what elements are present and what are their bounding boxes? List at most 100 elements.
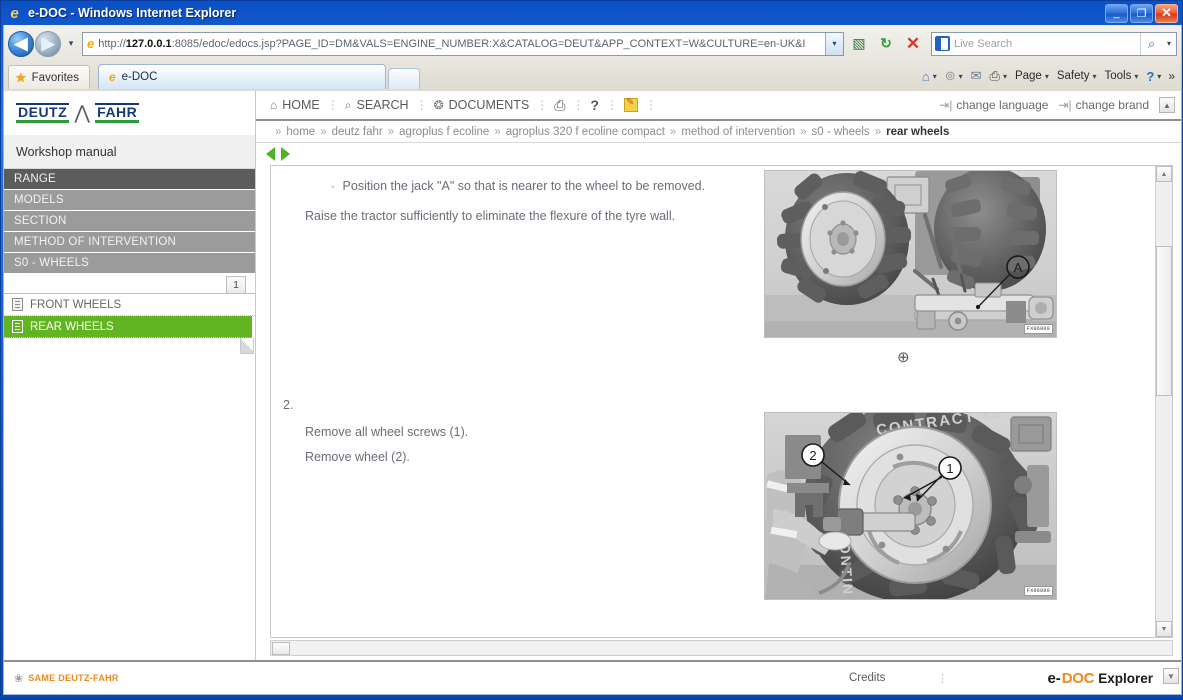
fold-corner-icon [240, 338, 254, 354]
chevron-down-icon[interactable]: ▾ [1134, 72, 1138, 81]
sidebar-item-range[interactable]: RANGE [4, 169, 255, 190]
zoom-in-icon[interactable] [897, 348, 910, 366]
close-button[interactable]: ✕ [1155, 3, 1178, 23]
breadcrumb-item-home[interactable]: home [286, 126, 315, 138]
company-mark-icon: ❀ [14, 672, 24, 685]
chevron-down-icon[interactable]: ▾ [1045, 72, 1049, 81]
logo-fahr-text: FAHR [95, 103, 140, 123]
nav-documents-label: DOCUMENTS [448, 98, 530, 112]
breadcrumb-separator: » [320, 125, 327, 138]
figure-code: FX06000 [1023, 586, 1053, 596]
nav-documents[interactable]: ❂ DOCUMENTS [434, 98, 530, 112]
safety-menu-button[interactable]: Safety ▾ [1054, 68, 1100, 84]
search-dropdown-icon[interactable]: ▾ [1162, 33, 1176, 55]
credits-link[interactable]: Credits [849, 672, 885, 684]
tree-item-label: FRONT WHEELS [30, 298, 122, 311]
overflow-icon[interactable]: » [1166, 69, 1177, 83]
nav-print[interactable]: ⎙ [554, 97, 565, 114]
breadcrumb-separator: » [387, 125, 395, 138]
breadcrumb: » home » deutz fahr » agroplus f ecoline… [256, 121, 1181, 143]
figure-wheel-removal[interactable]: CONTRACT 85 CONTIN 1 2 FX06000 [764, 412, 1057, 600]
search-go-icon[interactable]: ⌕ [1140, 32, 1162, 55]
chevron-down-icon[interactable]: ▾ [1092, 72, 1096, 81]
change-brand-link[interactable]: ⇥| change brand [1058, 98, 1149, 112]
tools-menu-button[interactable]: Tools ▾ [1101, 68, 1141, 84]
back-button[interactable]: ◀ [8, 30, 34, 57]
breadcrumb-item-deutz-fahr[interactable]: deutz fahr [332, 126, 383, 138]
address-bar-row: ◀ ▶ ▾ e http://127.0.0.1:8085/edoc/edocs… [4, 25, 1181, 59]
window-title: e-DOC - Windows Internet Explorer [28, 6, 237, 20]
favorites-button[interactable]: ★ Favorites [8, 65, 90, 89]
tree-item-rear-wheels[interactable]: REAR WHEELS [4, 316, 252, 338]
change-language-link[interactable]: ⇥| change language [939, 98, 1048, 112]
document-frame: ◦ Position the jack "A" so that is neare… [270, 165, 1173, 638]
address-input[interactable]: e http://127.0.0.1:8085/edoc/edocs.jsp?P… [82, 31, 844, 56]
nav-home[interactable]: ⌂ HOME [270, 98, 320, 112]
stop-icon[interactable]: ✕ [901, 32, 925, 56]
document-horizontal-scrollbar[interactable] [270, 640, 1173, 656]
window-controls: _ ❐ ✕ [1105, 3, 1180, 23]
sidebar-item-models[interactable]: MODELS [4, 190, 255, 211]
next-page-icon[interactable] [281, 147, 290, 161]
browser-chrome: ◀ ▶ ▾ e http://127.0.0.1:8085/edoc/edocs… [3, 25, 1182, 91]
compatibility-view-icon[interactable]: ▧ [847, 32, 871, 56]
scroll-thumb[interactable] [1156, 246, 1172, 396]
tab-edoc[interactable]: e e-DOC [97, 64, 386, 89]
page-scroll-down-button[interactable]: ▼ [1163, 668, 1179, 684]
feeds-button[interactable]: ⊚ ▾ [942, 66, 966, 86]
logo-mark-icon: ⋀ [74, 102, 90, 124]
minimize-button[interactable]: _ [1105, 3, 1128, 23]
mail-button[interactable]: ✉ [968, 66, 985, 86]
nav-search[interactable]: ⌕ SEARCH [345, 98, 409, 113]
nav-help[interactable]: ? [590, 97, 599, 113]
sidebar-item-label: MODELS [14, 194, 64, 206]
sidebar-fold-corner [4, 338, 255, 366]
breadcrumb-item-method-of-intervention[interactable]: method of intervention [681, 126, 795, 138]
chevron-down-icon[interactable]: ▾ [1003, 72, 1007, 81]
nav-home-label: HOME [282, 98, 320, 112]
new-tab-button[interactable] [387, 68, 420, 89]
history-dropdown-icon[interactable]: ▾ [63, 33, 79, 55]
help-button[interactable]: ? ▾ [1143, 67, 1164, 86]
tree-page-tab-1[interactable]: 1 [226, 276, 246, 293]
main-column: ⌂ HOME ⌕ SEARCH ❂ DOCUMENTS ⎙ [256, 91, 1181, 660]
page-scroll-up-button[interactable]: ▲ [1159, 97, 1175, 113]
scroll-track[interactable] [1156, 182, 1172, 621]
chevron-down-icon[interactable]: ▾ [959, 72, 963, 81]
breadcrumb-item-agroplus-320-f-ecoline-compact[interactable]: agroplus 320 f ecoline compact [506, 126, 665, 138]
sidebar-item-s0-wheels[interactable]: S0 - WHEELS [4, 253, 255, 274]
nav-notes[interactable] [623, 97, 638, 112]
refresh-icon[interactable]: ↻ [874, 32, 898, 56]
page-menu-button[interactable]: Page ▾ [1012, 68, 1052, 84]
svg-text:A: A [1014, 260, 1023, 275]
breadcrumb-separator: » [494, 125, 501, 138]
sidebar-item-method-of-intervention[interactable]: METHOD OF INTERVENTION [4, 232, 255, 253]
horizontal-scroll-thumb[interactable] [272, 641, 290, 655]
forward-button[interactable]: ▶ [35, 30, 61, 57]
document-vertical-scrollbar[interactable]: ▲ ▼ [1155, 166, 1172, 637]
nav-separator [638, 98, 663, 112]
tab-strip: e e-DOC [97, 64, 919, 89]
page-footer: ❀ SAME DEUTZ-FAHR Credits ⋮ e- DOC Explo… [4, 660, 1181, 694]
search-provider-icon [935, 36, 950, 51]
print-button[interactable]: ⎙ ▾ [987, 66, 1010, 86]
address-dropdown-icon[interactable]: ▾ [825, 32, 843, 55]
home-button[interactable]: ⌂ ▾ [919, 67, 940, 86]
previous-page-icon[interactable] [266, 147, 275, 161]
nav-right-group: ⇥| change language ⇥| change brand ▲ [939, 97, 1175, 113]
sidebar-item-section[interactable]: SECTION [4, 211, 255, 232]
sidebar: DEUTZ ⋀ FAHR Workshop manual RANGE MODEL… [4, 91, 256, 660]
document-content: ◦ Position the jack "A" so that is neare… [271, 166, 1155, 637]
search-input[interactable]: Live Search ⌕ ▾ [931, 31, 1177, 56]
figure-jack-position[interactable]: A FX06000 [764, 170, 1057, 338]
breadcrumb-item-agroplus-f-ecoline[interactable]: agroplus f ecoline [399, 126, 489, 138]
breadcrumb-item-s0-wheels[interactable]: s0 - wheels [812, 126, 870, 138]
maximize-button[interactable]: ❐ [1130, 3, 1153, 23]
scroll-down-button[interactable]: ▼ [1156, 621, 1172, 637]
chevron-down-icon[interactable]: ▾ [1157, 72, 1161, 81]
chevron-down-icon[interactable]: ▾ [933, 72, 937, 81]
page-menu-label: Page [1014, 70, 1042, 82]
tree-item-front-wheels[interactable]: FRONT WHEELS [4, 294, 255, 316]
scroll-up-button[interactable]: ▲ [1156, 166, 1172, 182]
tree-tab-bar: 1 [4, 274, 255, 294]
